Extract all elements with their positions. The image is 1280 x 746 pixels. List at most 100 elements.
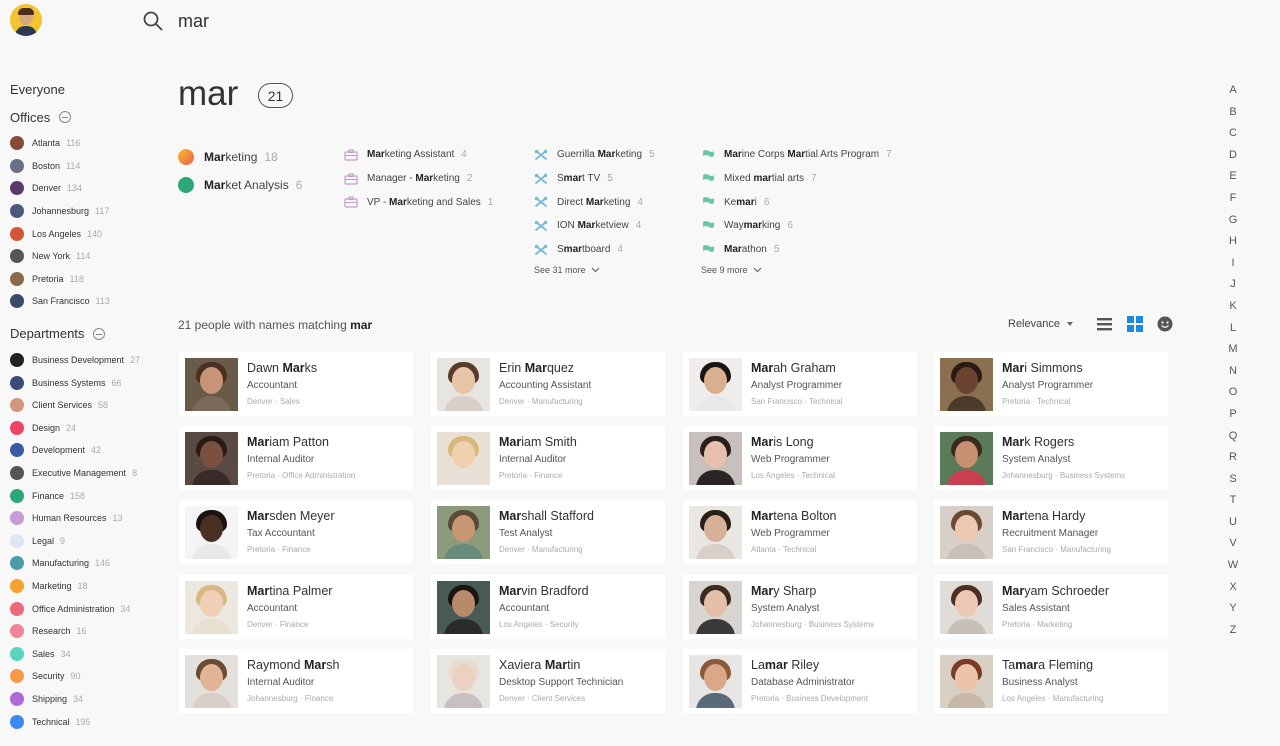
alphabet-letter-x[interactable]: X — [1224, 579, 1242, 601]
list-view-icon[interactable] — [1097, 316, 1113, 332]
person-name[interactable]: Raymond Marsh — [247, 658, 339, 672]
alphabet-letter-e[interactable]: E — [1224, 168, 1242, 190]
person-photo[interactable] — [940, 358, 993, 411]
alphabet-letter-k[interactable]: K — [1224, 298, 1242, 320]
alphabet-letter-q[interactable]: Q — [1224, 428, 1242, 450]
sidebar-item-department[interactable]: Office Administration 34 — [10, 597, 160, 620]
person-name[interactable]: Marvin Bradford — [499, 584, 589, 598]
sidebar-item-department[interactable]: Development 42 — [10, 439, 160, 462]
person-name[interactable]: Dawn Marks — [247, 361, 317, 375]
person-card[interactable]: Raymond Marsh Internal Auditor Johannesbur… — [179, 648, 413, 713]
person-card[interactable]: Martina Palmer Accountant Denver · Finance — [179, 574, 413, 639]
sidebar-item-department[interactable]: Manufacturing 146 — [10, 552, 160, 575]
person-card[interactable]: Mariam Patton Internal Auditor Pretoria · … — [179, 426, 413, 491]
person-photo[interactable] — [437, 506, 490, 560]
person-name[interactable]: Martina Palmer — [247, 584, 332, 598]
title-suggestion[interactable]: Marketing Assistant 4 — [344, 143, 493, 167]
sidebar-item-office[interactable]: Los Angeles 140 — [10, 222, 160, 245]
person-card[interactable]: Maris Long Web Programmer Los Angeles · Te… — [683, 426, 917, 491]
person-card[interactable]: Martena Bolton Web Programmer Atlanta · Te… — [683, 500, 917, 565]
sidebar-item-department[interactable]: Sales 34 — [10, 642, 160, 665]
sidebar-item-office[interactable]: San Francisco 113 — [10, 290, 160, 313]
alphabet-letter-l[interactable]: L — [1224, 320, 1242, 342]
title-suggestion[interactable]: VP - Marketing and Sales 1 — [344, 190, 493, 214]
person-card[interactable]: Tamara Fleming Business Analyst Los Angele… — [934, 648, 1168, 713]
sidebar-item-department[interactable]: Research 16 — [10, 620, 160, 643]
collapse-icon[interactable] — [59, 111, 72, 123]
person-card[interactable]: Marah Graham Analyst Programmer San Franci… — [683, 352, 917, 416]
person-name[interactable]: Marah Graham — [751, 361, 836, 375]
alphabet-letter-b[interactable]: B — [1224, 104, 1242, 126]
sidebar-item-department[interactable]: Shipping 34 — [10, 688, 160, 711]
alphabet-letter-u[interactable]: U — [1224, 514, 1242, 536]
person-card[interactable]: Lamar Riley Database Administrator Pretori… — [683, 648, 917, 713]
person-photo[interactable] — [689, 654, 742, 708]
sidebar-everyone[interactable]: Everyone — [10, 78, 160, 100]
alphabet-letter-f[interactable]: F — [1224, 190, 1242, 212]
person-card[interactable]: Erin Marquez Accounting Assistant Denver ·… — [431, 352, 665, 416]
person-card[interactable]: Martena Hardy Recruitment Manager San Fran… — [934, 500, 1168, 565]
person-photo[interactable] — [689, 432, 742, 486]
alphabet-letter-v[interactable]: V — [1224, 535, 1242, 557]
alphabet-letter-c[interactable]: C — [1224, 125, 1242, 147]
sidebar-item-office[interactable]: Johannesburg 117 — [10, 200, 160, 223]
see-more-skills-link[interactable]: See 31 more — [534, 265, 655, 275]
person-name[interactable]: Maryam Schroeder — [1002, 584, 1109, 598]
see-more-interests-link[interactable]: See 9 more — [701, 265, 892, 275]
search-input[interactable] — [178, 8, 678, 34]
person-name[interactable]: Erin Marquez — [499, 361, 574, 375]
person-photo[interactable] — [437, 654, 490, 708]
sidebar-item-department[interactable]: Technical 195 — [10, 710, 160, 733]
sidebar-item-office[interactable]: Pretoria 118 — [10, 268, 160, 291]
skill-suggestion[interactable]: Direct Marketing 4 — [534, 190, 655, 214]
skill-suggestion[interactable]: Smart TV 5 — [534, 167, 655, 191]
alphabet-letter-j[interactable]: J — [1224, 276, 1242, 298]
sidebar-item-office[interactable]: New York 114 — [10, 245, 160, 268]
interest-suggestion[interactable]: Mixed martial arts 7 — [701, 167, 892, 191]
person-photo[interactable] — [185, 506, 238, 560]
person-photo[interactable] — [185, 580, 238, 634]
alphabet-letter-d[interactable]: D — [1224, 147, 1242, 169]
sidebar-item-office[interactable]: Atlanta 116 — [10, 132, 160, 155]
person-photo[interactable] — [940, 432, 993, 486]
person-photo[interactable] — [437, 358, 490, 411]
interest-suggestion[interactable]: Marathon 5 — [701, 238, 892, 262]
person-card[interactable]: Mariam Smith Internal Auditor Pretoria · F… — [431, 426, 665, 491]
alphabet-letter-r[interactable]: R — [1224, 449, 1242, 471]
offices-header[interactable]: Offices — [10, 106, 160, 128]
person-name[interactable]: Lamar Riley — [751, 658, 819, 672]
alphabet-letter-p[interactable]: P — [1224, 406, 1242, 428]
interest-suggestion[interactable]: Marine Corps Martial Arts Program 7 — [701, 143, 892, 167]
sidebar-item-department[interactable]: Client Services 58 — [10, 394, 160, 417]
person-name[interactable]: Marsden Meyer — [247, 509, 335, 523]
person-photo[interactable] — [940, 580, 993, 634]
alphabet-letter-i[interactable]: I — [1224, 255, 1242, 277]
title-suggestion[interactable]: Manager - Marketing 2 — [344, 167, 493, 191]
sidebar-item-department[interactable]: Finance 158 — [10, 484, 160, 507]
face-view-icon[interactable] — [1157, 316, 1173, 332]
collapse-icon[interactable] — [93, 327, 106, 340]
interest-suggestion[interactable]: Kemari 6 — [701, 190, 892, 214]
alphabet-letter-t[interactable]: T — [1224, 492, 1242, 514]
person-name[interactable]: Mariam Smith — [499, 435, 577, 449]
alphabet-letter-y[interactable]: Y — [1224, 600, 1242, 622]
alphabet-letter-m[interactable]: M — [1224, 341, 1242, 363]
interest-suggestion[interactable]: Waymarking 6 — [701, 214, 892, 238]
alphabet-letter-w[interactable]: W — [1224, 557, 1242, 579]
alphabet-letter-n[interactable]: N — [1224, 363, 1242, 385]
sidebar-item-department[interactable]: Business Systems 66 — [10, 371, 160, 394]
alphabet-letter-z[interactable]: Z — [1224, 622, 1242, 644]
alphabet-letter-g[interactable]: G — [1224, 212, 1242, 234]
person-card[interactable]: Mary Sharp System Analyst Johannesburg · B… — [683, 574, 917, 639]
person-photo[interactable] — [185, 432, 238, 486]
alphabet-letter-h[interactable]: H — [1224, 233, 1242, 255]
person-card[interactable]: Mark Rogers System Analyst Johannesburg · … — [934, 426, 1168, 491]
grid-view-icon[interactable] — [1127, 316, 1143, 332]
person-card[interactable]: Marsden Meyer Tax Accountant Pretoria · Fi… — [179, 500, 413, 565]
sidebar-item-department[interactable]: Security 90 — [10, 665, 160, 688]
person-photo[interactable] — [689, 358, 742, 411]
skill-suggestion[interactable]: ION Marketview 4 — [534, 214, 655, 238]
person-name[interactable]: Xaviera Martin — [499, 658, 580, 672]
person-name[interactable]: Mary Sharp — [751, 584, 816, 598]
sidebar-item-office[interactable]: Denver 134 — [10, 177, 160, 200]
